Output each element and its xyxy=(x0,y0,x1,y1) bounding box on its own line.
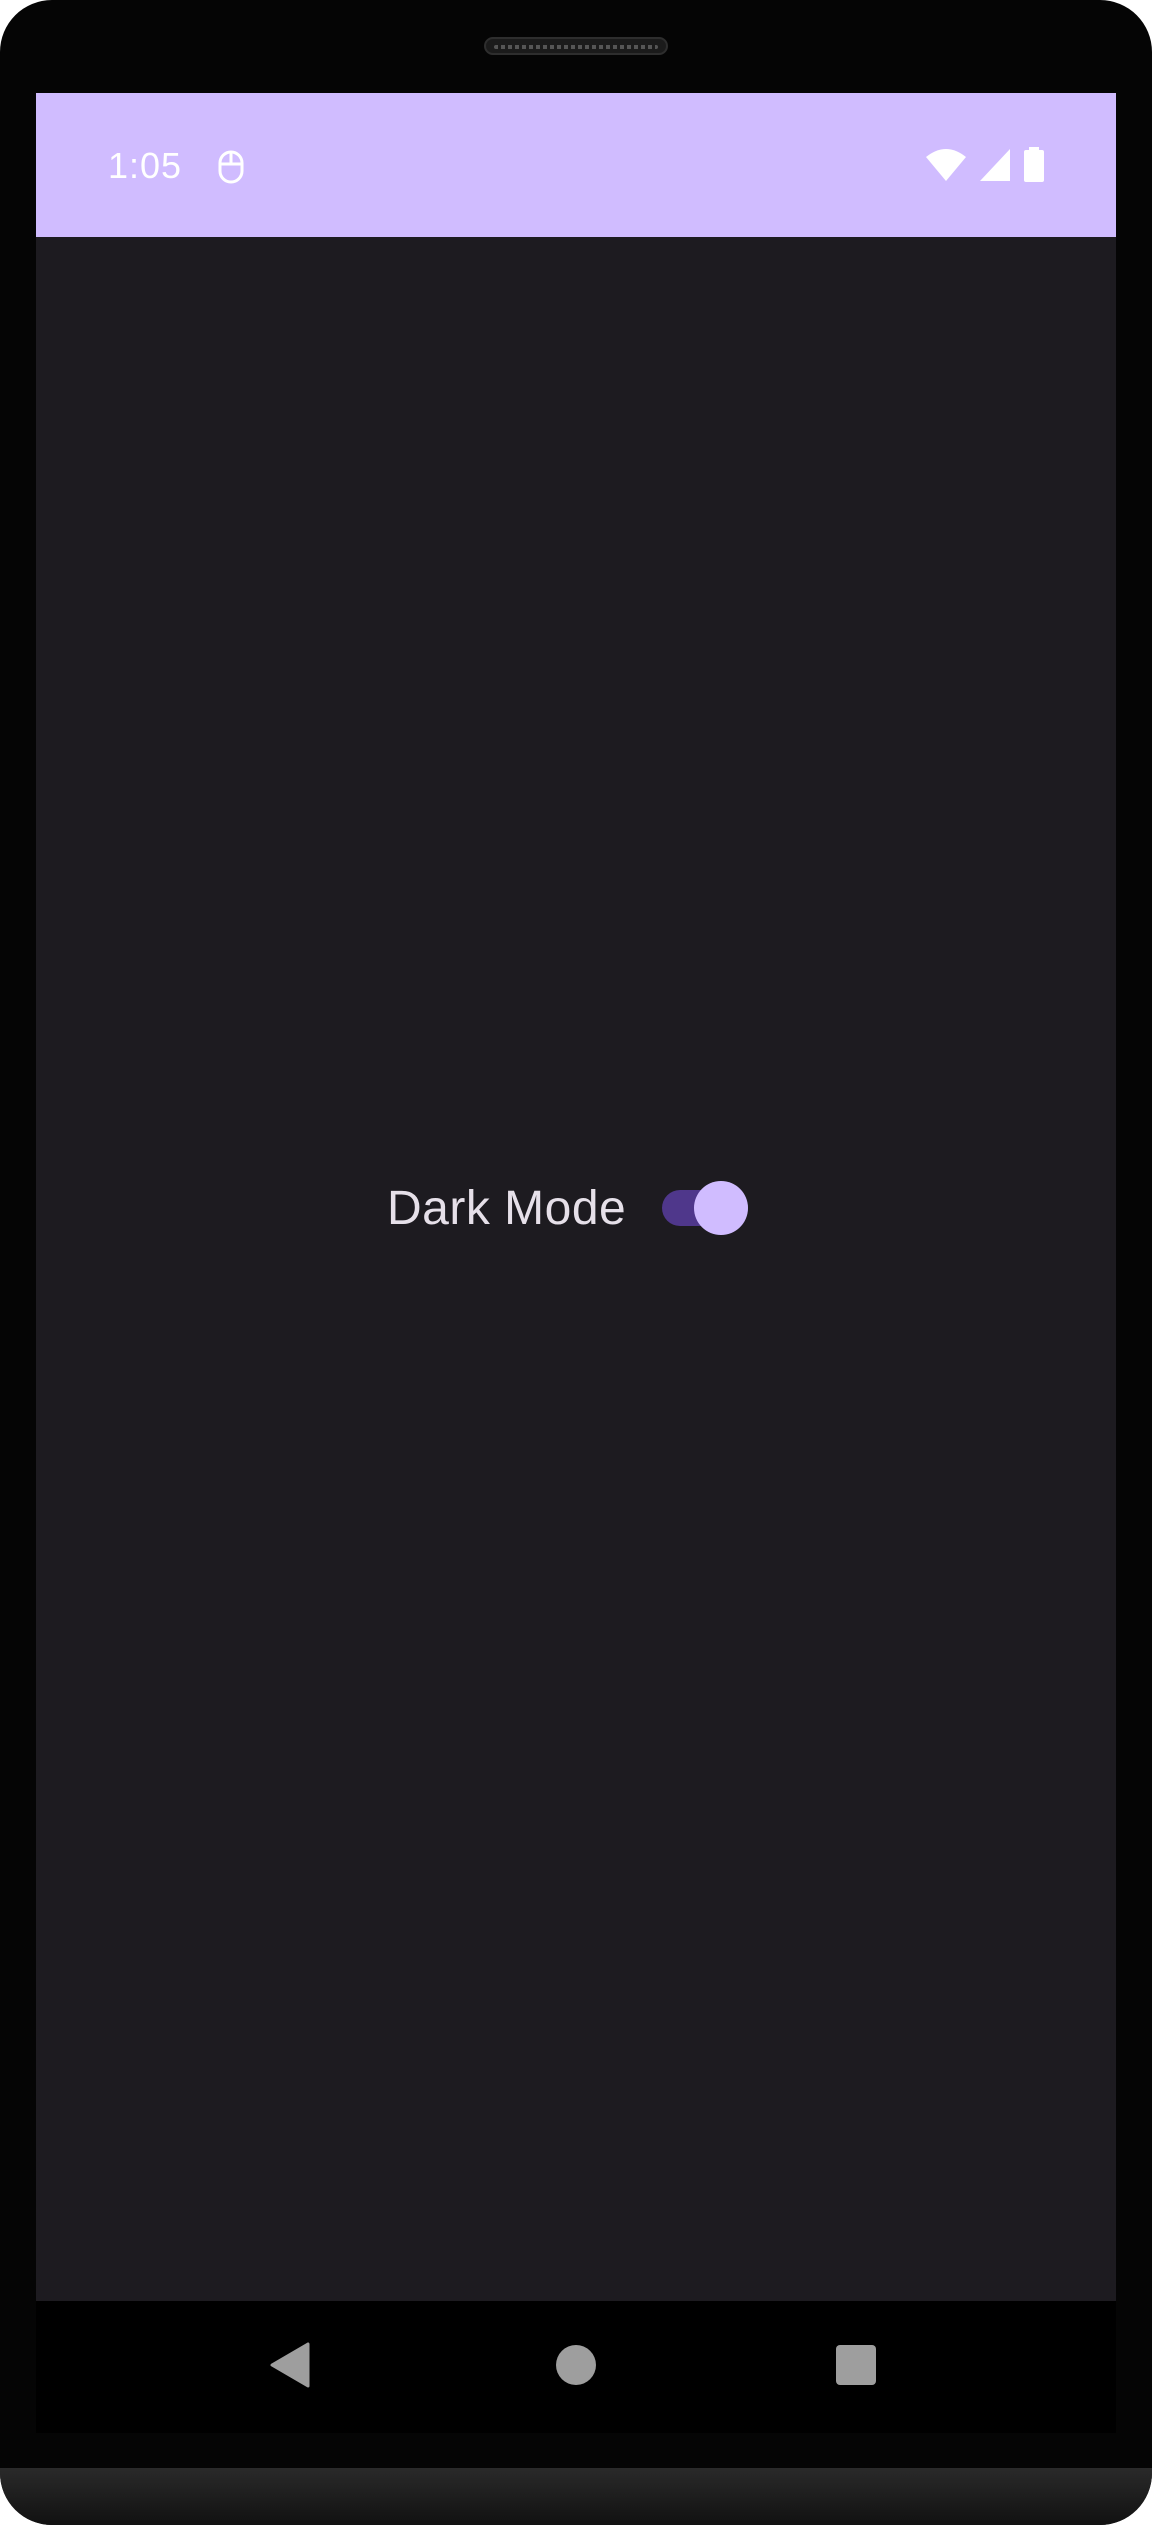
dark-mode-label: Dark Mode xyxy=(387,1181,627,1235)
status-icons xyxy=(924,146,1046,188)
back-icon xyxy=(268,2341,312,2394)
switch-thumb xyxy=(694,1181,749,1235)
back-button[interactable] xyxy=(246,2323,334,2411)
recents-button[interactable] xyxy=(812,2323,900,2411)
earpiece-speaker xyxy=(484,37,668,55)
recents-icon xyxy=(835,2344,877,2391)
cell-signal-icon xyxy=(978,147,1012,188)
status-bar: 1:05 xyxy=(36,93,1116,237)
dark-mode-row: Dark Mode xyxy=(387,1178,750,1238)
wifi-icon xyxy=(924,147,968,188)
mouse-icon xyxy=(216,149,246,185)
home-icon xyxy=(555,2344,597,2391)
home-button[interactable] xyxy=(532,2323,620,2411)
device-chin xyxy=(0,2468,1152,2525)
dark-mode-switch[interactable] xyxy=(658,1178,750,1238)
screen: 1:05 Dark Mode xyxy=(36,93,1116,2301)
status-time: 1:05 xyxy=(108,145,183,186)
device-frame: 1:05 Dark Mode xyxy=(0,0,1152,2525)
navigation-bar xyxy=(36,2301,1116,2433)
battery-icon xyxy=(1022,146,1046,188)
